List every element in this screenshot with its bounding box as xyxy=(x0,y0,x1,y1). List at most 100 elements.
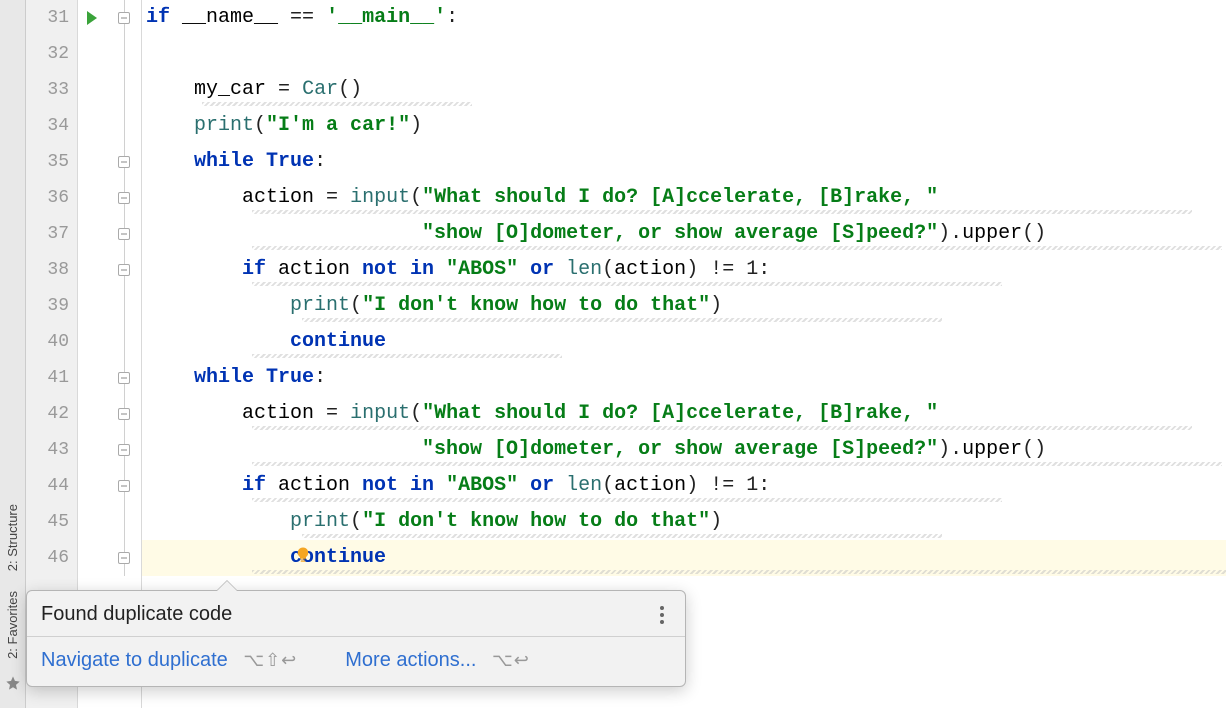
line-number[interactable]: 35 xyxy=(26,144,77,180)
fold-toggle-icon[interactable] xyxy=(118,444,130,456)
structure-tab[interactable]: 2: Structure xyxy=(3,494,22,581)
run-gutter-row xyxy=(78,72,106,108)
fold-toggle-icon[interactable] xyxy=(118,480,130,492)
fold-gutter-row xyxy=(106,180,141,216)
fold-gutter-row xyxy=(106,540,141,576)
fold-gutter-row xyxy=(106,288,141,324)
code-line[interactable]: print("I don't know how to do that") xyxy=(142,504,1226,540)
more-actions[interactable]: More actions... ⌥↩ xyxy=(345,649,530,672)
more-actions-shortcut: ⌥↩ xyxy=(492,650,530,670)
intention-bulb-icon[interactable] xyxy=(294,544,312,566)
fold-toggle-icon[interactable] xyxy=(118,228,130,240)
fold-toggle-icon[interactable] xyxy=(118,192,130,204)
code-line[interactable] xyxy=(142,36,1226,72)
favorites-tab-label: 2: Favorites xyxy=(5,591,20,659)
line-number[interactable]: 32 xyxy=(26,36,77,72)
fold-gutter-row xyxy=(106,108,141,144)
fold-gutter-row xyxy=(106,72,141,108)
line-number[interactable]: 44 xyxy=(26,468,77,504)
warning-underline xyxy=(252,570,1226,574)
navigate-shortcut: ⌥⇧↩ xyxy=(243,650,297,670)
fold-gutter-row xyxy=(106,216,141,252)
fold-gutter-row xyxy=(106,0,141,36)
line-number[interactable]: 41 xyxy=(26,360,77,396)
popup-header: Found duplicate code xyxy=(27,591,685,637)
fold-toggle-icon[interactable] xyxy=(118,12,130,24)
fold-gutter-row xyxy=(106,504,141,540)
code-line[interactable]: while True: xyxy=(142,144,1226,180)
warning-underline xyxy=(252,426,1192,430)
fold-toggle-icon[interactable] xyxy=(118,552,130,564)
tool-window-tabs: 2: Structure 2: Favorites xyxy=(0,0,26,708)
fold-gutter-row xyxy=(106,396,141,432)
star-icon xyxy=(5,675,21,698)
code-line[interactable]: if __name__ == '__main__': xyxy=(142,0,1226,36)
run-gutter-row xyxy=(78,540,106,576)
code-line[interactable]: action = input("What should I do? [A]cce… xyxy=(142,180,1226,216)
inspection-popup: Found duplicate code Navigate to duplica… xyxy=(26,590,686,687)
code-line[interactable]: action = input("What should I do? [A]cce… xyxy=(142,396,1226,432)
line-number[interactable]: 45 xyxy=(26,504,77,540)
navigate-link[interactable]: Navigate to duplicate xyxy=(41,649,228,671)
line-number[interactable]: 33 xyxy=(26,72,77,108)
kebab-menu-icon[interactable] xyxy=(653,606,671,624)
line-number[interactable]: 36 xyxy=(26,180,77,216)
favorites-tab[interactable]: 2: Favorites xyxy=(3,581,22,669)
run-gutter-row xyxy=(78,360,106,396)
run-gutter-row xyxy=(78,396,106,432)
navigate-action[interactable]: Navigate to duplicate ⌥⇧↩ xyxy=(41,649,297,672)
run-gutter-row xyxy=(78,432,106,468)
more-actions-link[interactable]: More actions... xyxy=(345,649,476,671)
fold-toggle-icon[interactable] xyxy=(118,264,130,276)
fold-gutter-row xyxy=(106,36,141,72)
warning-underline xyxy=(252,282,1002,286)
fold-gutter-row xyxy=(106,324,141,360)
line-number[interactable]: 40 xyxy=(26,324,77,360)
line-number[interactable]: 34 xyxy=(26,108,77,144)
code-line[interactable]: my_car = Car() xyxy=(142,72,1226,108)
run-gutter-row xyxy=(78,504,106,540)
line-number[interactable]: 43 xyxy=(26,432,77,468)
run-gutter-row xyxy=(78,288,106,324)
run-gutter-row xyxy=(78,468,106,504)
fold-toggle-icon[interactable] xyxy=(118,372,130,384)
run-gutter-row xyxy=(78,252,106,288)
code-line[interactable]: while True: xyxy=(142,360,1226,396)
run-gutter-row xyxy=(78,36,106,72)
line-number[interactable]: 42 xyxy=(26,396,77,432)
fold-gutter-row xyxy=(106,144,141,180)
fold-gutter-row xyxy=(106,468,141,504)
warning-underline xyxy=(302,318,942,322)
fold-toggle-icon[interactable] xyxy=(118,408,130,420)
line-number[interactable]: 37 xyxy=(26,216,77,252)
warning-underline xyxy=(302,534,942,538)
popup-actions: Navigate to duplicate ⌥⇧↩ More actions..… xyxy=(27,637,685,686)
line-number[interactable]: 39 xyxy=(26,288,77,324)
line-number[interactable]: 46 xyxy=(26,540,77,576)
code-line[interactable]: if action not in "ABOS" or len(action) !… xyxy=(142,252,1226,288)
run-gutter-row xyxy=(78,216,106,252)
code-line[interactable]: continue xyxy=(142,324,1226,360)
run-gutter-row xyxy=(78,108,106,144)
run-gutter-row xyxy=(78,324,106,360)
fold-gutter-row xyxy=(106,360,141,396)
code-line[interactable]: if action not in "ABOS" or len(action) !… xyxy=(142,468,1226,504)
line-number[interactable]: 31 xyxy=(26,0,77,36)
popup-title: Found duplicate code xyxy=(41,603,232,626)
code-line[interactable]: "show [O]dometer, or show average [S]pee… xyxy=(142,432,1226,468)
fold-toggle-icon[interactable] xyxy=(118,156,130,168)
code-line[interactable]: print("I'm a car!") xyxy=(142,108,1226,144)
warning-underline xyxy=(202,102,472,106)
code-line[interactable]: print("I don't know how to do that") xyxy=(142,288,1226,324)
warning-underline xyxy=(252,246,1222,250)
run-icon[interactable] xyxy=(87,11,97,25)
run-gutter-row xyxy=(78,0,106,36)
fold-gutter-row xyxy=(106,432,141,468)
fold-gutter-row xyxy=(106,252,141,288)
run-gutter-row xyxy=(78,180,106,216)
line-number[interactable]: 38 xyxy=(26,252,77,288)
code-line[interactable]: "show [O]dometer, or show average [S]pee… xyxy=(142,216,1226,252)
warning-underline xyxy=(252,498,1002,502)
warning-underline xyxy=(252,354,562,358)
warning-underline xyxy=(252,210,1192,214)
